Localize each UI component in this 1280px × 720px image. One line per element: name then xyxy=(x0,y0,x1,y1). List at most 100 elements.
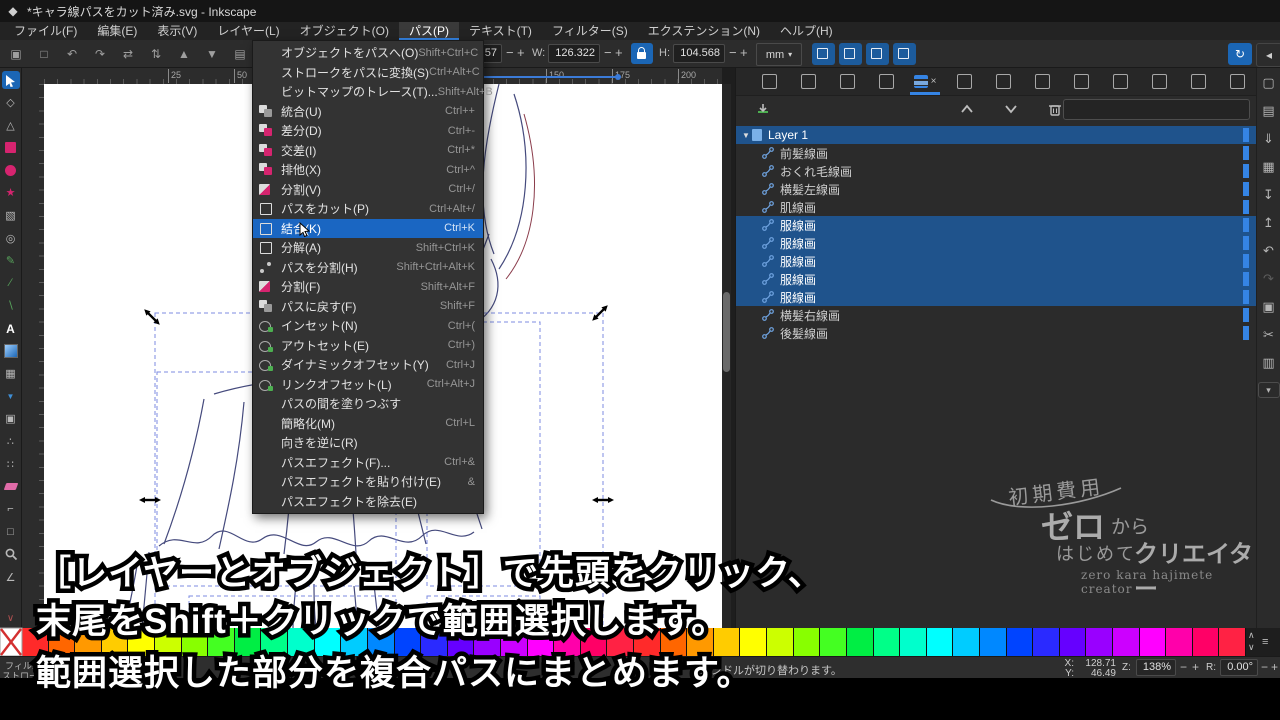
path-menu-item-15[interactable]: インセット(N)Ctrl+( xyxy=(253,316,483,336)
h-field[interactable]: 104.568 xyxy=(673,44,725,63)
zoom-minus[interactable]: − xyxy=(1180,660,1187,674)
path-menu-item-3[interactable]: ビットマップのトレース(T)...Shift+Alt+B xyxy=(253,82,483,102)
dialog-tab-fill-stroke-icon[interactable] xyxy=(871,69,901,95)
move-to-layer-icon[interactable]: ▤ xyxy=(230,44,250,64)
path-menu-item-23[interactable]: パスエフェクトを貼り付け(E)& xyxy=(253,472,483,492)
object-row[interactable]: 肌線画 xyxy=(736,198,1257,216)
export-icon[interactable]: ↥ xyxy=(1260,214,1278,232)
palette-swatch[interactable] xyxy=(1113,628,1140,656)
connector-tool-icon[interactable]: ⌐ xyxy=(2,500,20,518)
dialog-tab-swatches-icon[interactable] xyxy=(949,69,979,95)
more-dropdown-icon[interactable]: ▾ xyxy=(1258,382,1280,398)
no-color-swatch[interactable] xyxy=(0,628,22,656)
highlight-color-swatch[interactable] xyxy=(1243,146,1249,160)
node-tool-icon[interactable]: ◇ xyxy=(2,94,20,112)
close-tab-icon[interactable]: × xyxy=(931,76,937,87)
object-row[interactable]: 服線画 xyxy=(736,270,1257,288)
menubar-item-2[interactable]: 編集(E) xyxy=(87,22,147,40)
dialog-tab-export-icon[interactable] xyxy=(832,69,862,95)
calligraphy-tool-icon[interactable]: ∖ xyxy=(2,297,20,315)
palette-scroll-down-icon[interactable]: ∨ xyxy=(1248,642,1255,653)
highlight-color-swatch[interactable] xyxy=(1243,182,1249,196)
duplicate-icon[interactable]: ▣ xyxy=(1260,298,1278,316)
layer-row[interactable]: ▼Layer 1 xyxy=(736,126,1257,144)
unit-dropdown[interactable]: mm ▾ xyxy=(756,43,802,66)
page-tool-icon[interactable]: □ xyxy=(2,523,20,541)
pencil-tool-icon[interactable]: ✎ xyxy=(2,252,20,270)
palette-swatch[interactable] xyxy=(820,628,847,656)
zoom-plus[interactable]: + xyxy=(1192,660,1199,674)
path-menu-item-4[interactable]: 統合(U)Ctrl++ xyxy=(253,102,483,122)
palette-swatch[interactable] xyxy=(1086,628,1113,656)
move-up-icon[interactable] xyxy=(958,100,976,118)
lower-icon[interactable]: ▼ xyxy=(202,44,222,64)
palette-swatch[interactable] xyxy=(927,628,954,656)
rotate-ccw-icon[interactable]: ↶ xyxy=(62,44,82,64)
menubar-item-8[interactable]: フィルター(S) xyxy=(542,22,638,40)
palette-swatch[interactable] xyxy=(1193,628,1220,656)
save-icon[interactable]: ⇓ xyxy=(1260,130,1278,148)
paste-icon[interactable]: ▥ xyxy=(1260,354,1278,372)
zoom-field[interactable]: 138% xyxy=(1136,659,1176,676)
y-minus[interactable]: − xyxy=(506,44,514,63)
star-tool-icon[interactable]: ★ xyxy=(2,184,20,202)
menubar-item-4[interactable]: レイヤー(L) xyxy=(207,22,289,40)
palette-swatch[interactable] xyxy=(1033,628,1060,656)
object-row[interactable]: 前髪線画 xyxy=(736,144,1257,162)
path-menu-item-13[interactable]: 分割(F)Shift+Alt+F xyxy=(253,277,483,297)
w-plus[interactable]: + xyxy=(615,44,623,63)
dialog-tab-document-properties-icon[interactable] xyxy=(793,69,823,95)
path-menu-item-20[interactable]: 簡略化(M)Ctrl+L xyxy=(253,414,483,434)
rotation-field[interactable]: 0.00° xyxy=(1220,659,1258,676)
highlight-color-swatch[interactable] xyxy=(1243,326,1249,340)
path-menu-item-12[interactable]: パスを分割(H)Shift+Ctrl+Alt+K xyxy=(253,258,483,278)
toolbox-overflow-icon[interactable]: ∨ xyxy=(7,613,14,624)
import-icon[interactable]: ↧ xyxy=(1260,186,1278,204)
scale-gradients-toggle[interactable] xyxy=(866,43,889,65)
cut-icon[interactable]: ✂ xyxy=(1260,326,1278,344)
move-down-icon[interactable] xyxy=(1002,100,1020,118)
object-row[interactable]: 服線画 xyxy=(736,234,1257,252)
w-minus[interactable]: − xyxy=(604,44,612,63)
palette-swatch[interactable] xyxy=(1007,628,1034,656)
menubar-item-5[interactable]: オブジェクト(O) xyxy=(290,22,399,40)
dialog-tab-layers-icon[interactable]: × xyxy=(910,69,940,95)
object-row[interactable]: 後髪線画 xyxy=(736,324,1257,342)
dropper-tool-icon[interactable]: ▼ xyxy=(2,387,20,405)
undo-icon[interactable]: ↶ xyxy=(1260,242,1278,260)
rotation-plus[interactable]: + xyxy=(1271,660,1278,674)
dialog-tab-symbols-icon[interactable] xyxy=(1105,69,1135,95)
dialog-tab-chevron-down-icon[interactable] xyxy=(1183,69,1213,95)
raise-icon[interactable]: ▲ xyxy=(174,44,194,64)
object-row[interactable]: 服線画 xyxy=(736,252,1257,270)
highlight-color-swatch[interactable] xyxy=(1243,128,1249,142)
open-icon[interactable]: ▤ xyxy=(1260,102,1278,120)
path-menu-item-21[interactable]: 向きを逆に(R) xyxy=(253,433,483,453)
path-menu-item-11[interactable]: 分解(A)Shift+Ctrl+K xyxy=(253,238,483,258)
dialog-tab-paint-servers-icon[interactable] xyxy=(1144,69,1174,95)
rotate-cw-icon[interactable]: ↷ xyxy=(90,44,110,64)
delete-icon[interactable] xyxy=(1046,100,1064,118)
highlight-color-swatch[interactable] xyxy=(1243,254,1249,268)
h-plus[interactable]: + xyxy=(740,44,748,63)
flip-vertical-icon[interactable]: ⇅ xyxy=(146,44,166,64)
eraser-tool-icon[interactable] xyxy=(2,478,20,496)
palette-swatch[interactable] xyxy=(980,628,1007,656)
object-row[interactable]: 横髪右線画 xyxy=(736,306,1257,324)
palette-swatch[interactable] xyxy=(874,628,901,656)
path-menu-item-14[interactable]: パスに戻す(F)Shift+F xyxy=(253,297,483,317)
text-tool-icon[interactable]: A xyxy=(2,320,20,338)
dialog-tab-object-properties-icon[interactable] xyxy=(988,69,1018,95)
scale-corners-toggle[interactable] xyxy=(839,43,862,65)
path-menu-item-10[interactable]: 結合(K)Ctrl+K xyxy=(253,219,483,239)
dialog-tab-xml-editor-icon[interactable] xyxy=(1222,69,1252,95)
highlight-color-swatch[interactable] xyxy=(1243,290,1249,304)
palette-swatch[interactable] xyxy=(847,628,874,656)
palette-swatch[interactable] xyxy=(1140,628,1167,656)
scale-patterns-toggle[interactable] xyxy=(893,43,916,65)
lock-ratio-button[interactable] xyxy=(631,43,653,64)
gradient-tool-icon[interactable] xyxy=(2,342,20,360)
object-row[interactable]: 横髪左線画 xyxy=(736,180,1257,198)
menubar-item-6[interactable]: パス(P) xyxy=(399,22,459,40)
palette-scroll-up-icon[interactable]: ∧ xyxy=(1248,630,1255,641)
